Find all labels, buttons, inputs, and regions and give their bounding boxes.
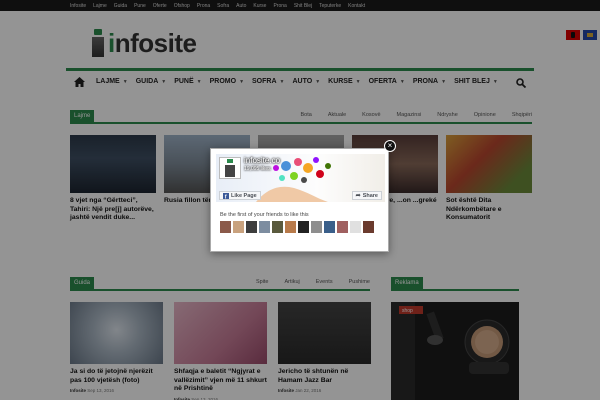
friend-avatar[interactable] xyxy=(324,221,335,233)
fb-friend-avatars xyxy=(220,221,374,233)
friend-avatar[interactable] xyxy=(220,221,231,233)
friend-avatar[interactable] xyxy=(363,221,374,233)
share-icon: ➦ xyxy=(355,193,361,199)
friend-avatar[interactable] xyxy=(337,221,348,233)
friend-avatar[interactable] xyxy=(285,221,296,233)
friend-avatar[interactable] xyxy=(272,221,283,233)
fb-page-avatar[interactable] xyxy=(219,157,241,179)
friend-avatar[interactable] xyxy=(259,221,270,233)
popup-close-button[interactable]: × xyxy=(384,140,396,152)
facebook-icon: f xyxy=(223,192,229,199)
fb-cover-image: infosite.co 19,095 likes f Like Page ➦ S… xyxy=(216,154,385,202)
friend-avatar[interactable] xyxy=(233,221,244,233)
fb-friends-text: Be the first of your friends to like thi… xyxy=(220,212,309,218)
svg-text:f: f xyxy=(225,194,227,199)
fb-likes-count: 19,095 likes xyxy=(244,166,271,172)
friend-avatar[interactable] xyxy=(246,221,257,233)
fb-share-button[interactable]: ➦ Share xyxy=(351,191,382,200)
friend-avatar[interactable] xyxy=(350,221,361,233)
facebook-like-popup: infosite.co 19,095 likes f Like Page ➦ S… xyxy=(210,148,389,252)
friend-avatar[interactable] xyxy=(298,221,309,233)
friend-avatar[interactable] xyxy=(311,221,322,233)
fb-page-name[interactable]: infosite.co xyxy=(244,156,280,165)
fb-like-label: Like Page xyxy=(231,192,257,199)
fb-like-page-button[interactable]: f Like Page xyxy=(219,191,261,200)
fb-share-label: Share xyxy=(362,192,378,199)
